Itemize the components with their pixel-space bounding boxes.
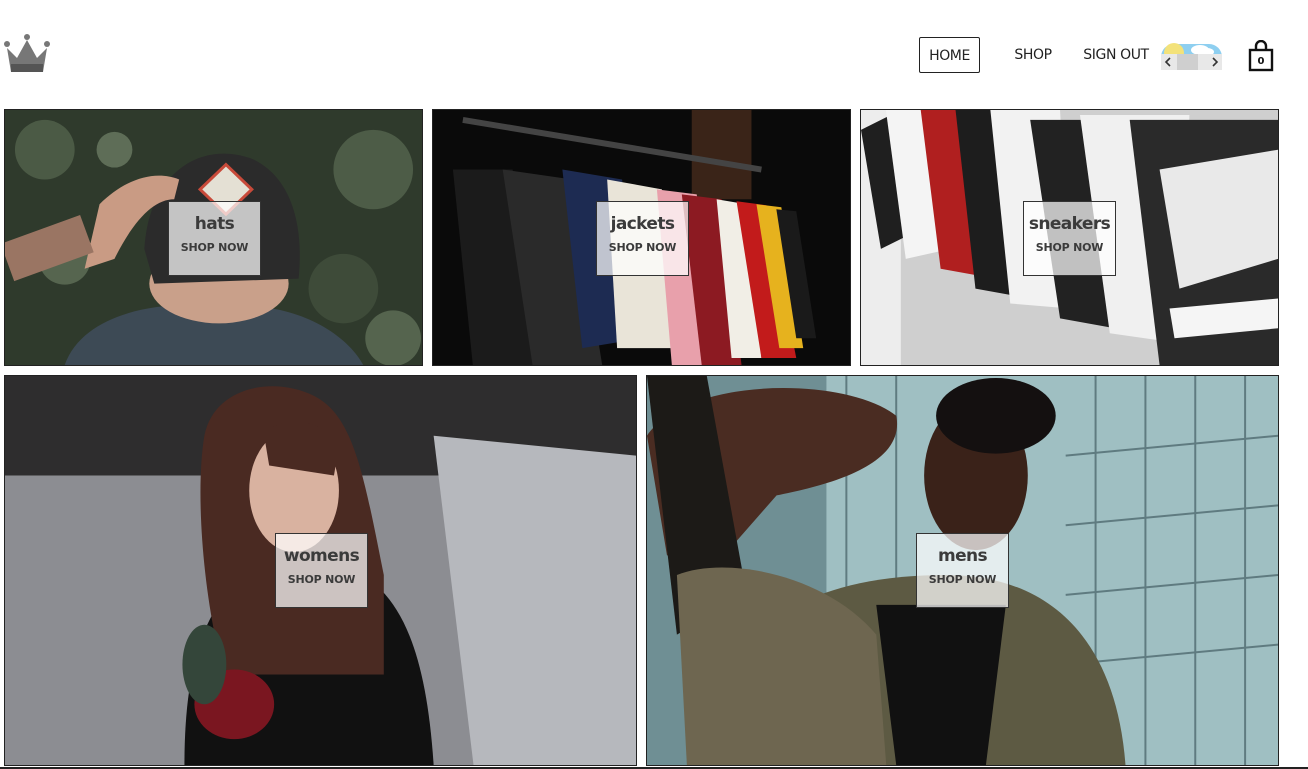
shop-now-link[interactable]: SHOP NOW [169, 242, 260, 254]
shop-now-link[interactable]: SHOP NOW [276, 574, 367, 586]
category-title: womens [283, 546, 360, 566]
category-title: jackets [610, 214, 675, 234]
category-title: mens [937, 546, 988, 566]
site-header: HOME SHOP SIGN OUT 0 [0, 0, 1308, 100]
crown-logo[interactable] [3, 34, 51, 74]
shop-now-link[interactable]: SHOP NOW [917, 574, 1008, 586]
category-tile-jackets[interactable]: jackets SHOP NOW [432, 109, 851, 366]
category-title: sneakers [1028, 214, 1111, 234]
cart-count: 0 [1257, 56, 1265, 67]
category-label[interactable]: mens SHOP NOW [916, 533, 1009, 608]
category-tile-womens[interactable]: womens SHOP NOW [4, 375, 637, 766]
category-tile-mens[interactable]: mens SHOP NOW [646, 375, 1279, 766]
shop-now-link[interactable]: SHOP NOW [1024, 242, 1115, 254]
nav-sign-out-link[interactable]: SIGN OUT [1083, 37, 1149, 73]
category-label[interactable]: jackets SHOP NOW [596, 201, 689, 276]
nav-home-link[interactable]: HOME [919, 37, 980, 73]
category-label[interactable]: womens SHOP NOW [275, 533, 368, 608]
weather-icon[interactable] [1160, 40, 1223, 71]
category-title: hats [194, 214, 235, 234]
category-label[interactable]: hats SHOP NOW [168, 201, 261, 276]
shop-now-link[interactable]: SHOP NOW [597, 242, 688, 254]
category-label[interactable]: sneakers SHOP NOW [1023, 201, 1116, 276]
category-tile-sneakers[interactable]: sneakers SHOP NOW [860, 109, 1279, 366]
nav-shop-link[interactable]: SHOP [1010, 37, 1056, 73]
category-tile-hats[interactable]: hats SHOP NOW [4, 109, 423, 366]
